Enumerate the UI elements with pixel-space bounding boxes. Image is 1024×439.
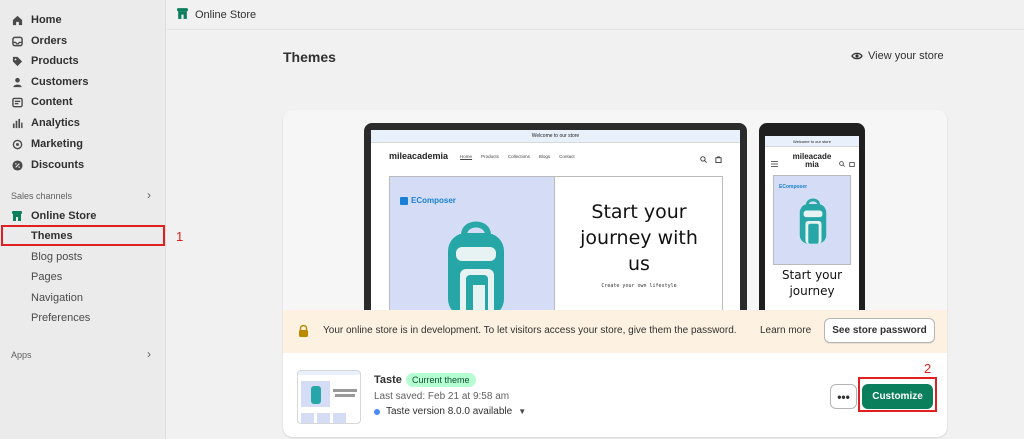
sidebar-item-label: Customers — [31, 76, 89, 88]
sidebar-item-label: Navigation — [31, 292, 83, 304]
site-nav-item: Collections — [507, 153, 530, 159]
site-nav-item: Home — [460, 153, 473, 159]
phone-hero-heading: Start your journey — [781, 268, 843, 298]
menu-icon — [771, 156, 778, 170]
site-icons — [700, 152, 722, 166]
sidebar-item-online-store[interactable]: Online Store — [0, 206, 166, 226]
home-icon — [11, 14, 23, 26]
store-icon — [176, 7, 189, 23]
backpack-illustration — [448, 221, 504, 313]
announcement-bar: Welcome to our store — [371, 130, 740, 143]
sidebar-item-orders[interactable]: Orders — [0, 31, 166, 51]
phone-hero-image: EComposer — [773, 175, 851, 265]
view-store-label: View your store — [868, 50, 944, 62]
sidebar-item-preferences[interactable]: Preferences — [0, 308, 166, 328]
current-theme-badge: Current theme — [406, 373, 476, 387]
site-nav-item: Contact — [559, 153, 575, 159]
site-header: mileacademia Home Products Collections B… — [371, 143, 740, 169]
target-icon — [11, 138, 23, 150]
search-icon — [700, 152, 707, 166]
password-banner: Your online store is in development. To … — [283, 310, 947, 353]
sidebar-item-label: Online Store — [31, 210, 97, 222]
person-icon — [11, 76, 23, 88]
version-label: Taste version 8.0.0 available — [386, 406, 513, 417]
caret-down-icon: ▼ — [518, 407, 527, 416]
sidebar-item-label: Content — [31, 96, 73, 108]
announcement-bar: Welcome to our store — [765, 136, 859, 147]
last-saved-text: Last saved: Feb 21 at 9:58 am — [374, 391, 510, 402]
sidebar-item-blog-posts[interactable]: Blog posts — [0, 247, 166, 267]
topbar-title: Online Store — [195, 8, 257, 21]
sidebar-item-analytics[interactable]: Analytics — [0, 113, 166, 133]
cart-icon — [715, 152, 722, 166]
theme-preview[interactable]: Welcome to our store mileacademia Home P… — [283, 110, 947, 313]
bar-chart-icon — [11, 117, 23, 129]
discount-icon — [11, 159, 23, 171]
sidebar-item-label: Marketing — [31, 138, 83, 150]
banner-message: Your online store is in development. To … — [323, 325, 737, 336]
annotation-number-1: 1 — [176, 229, 184, 244]
tag-icon — [11, 55, 23, 67]
phone-screen: Welcome to our store mileacade mia EComp… — [765, 136, 859, 313]
sidebar-item-label: Blog posts — [31, 251, 83, 263]
apps-label: Apps — [11, 350, 32, 360]
annotation-number-2: 2 — [924, 361, 932, 376]
sidebar-item-products[interactable]: Products — [0, 51, 166, 71]
laptop-screen: Welcome to our store mileacademia Home P… — [371, 130, 740, 313]
theme-name: Taste — [374, 374, 402, 386]
phone-mockup: Welcome to our store mileacade mia EComp… — [759, 123, 865, 313]
sidebar: Home Orders Products Customers Content A… — [0, 0, 166, 439]
site-nav-item: Products — [481, 153, 499, 159]
sidebar-item-label: Orders — [31, 35, 68, 47]
chevron-right-icon[interactable]: › — [147, 188, 151, 202]
sidebar-item-home[interactable]: Home — [0, 10, 166, 30]
hero-text-panel: Start your journey with us Create your o… — [555, 176, 723, 313]
sidebar-item-discounts[interactable]: Discounts — [0, 155, 166, 175]
annotation-highlight-customize — [858, 377, 937, 412]
top-bar: Online Store — [167, 0, 1024, 30]
annotation-highlight-themes — [1, 225, 165, 246]
info-dot-icon — [374, 408, 380, 415]
learn-more-link[interactable]: Learn more — [760, 325, 811, 336]
eye-icon — [851, 51, 863, 61]
backpack-illustration — [799, 198, 827, 244]
sidebar-item-marketing[interactable]: Marketing — [0, 134, 166, 154]
site-nav: Home Products Collections Blogs Contact — [460, 154, 575, 159]
cart-icon — [849, 156, 855, 170]
site-logo: mileacademia — [389, 151, 449, 161]
sidebar-item-navigation[interactable]: Navigation — [0, 288, 166, 308]
sidebar-item-label: Analytics — [31, 117, 80, 129]
inbox-icon — [11, 35, 23, 47]
ecomposer-logo: EComposer — [779, 184, 808, 190]
theme-card: Welcome to our store mileacademia Home P… — [283, 110, 947, 437]
content-icon — [11, 96, 23, 108]
more-actions-button[interactable]: ••• — [830, 384, 857, 409]
sidebar-item-label: Preferences — [31, 312, 91, 324]
sidebar-item-label: Products — [31, 55, 79, 67]
chevron-right-icon[interactable]: › — [147, 347, 151, 361]
ecomposer-logo: EComposer — [400, 196, 456, 205]
theme-thumbnail-image — [298, 371, 360, 423]
hero-heading: Start your journey with us — [580, 201, 698, 275]
lock-icon — [298, 324, 309, 340]
theme-thumbnail[interactable] — [297, 370, 361, 424]
sidebar-item-label: Pages — [31, 271, 63, 283]
sidebar-item-customers[interactable]: Customers — [0, 72, 166, 92]
site-nav-item: Blogs — [538, 153, 551, 159]
version-dropdown[interactable]: Taste version 8.0.0 available ▼ — [374, 406, 526, 417]
view-store-link[interactable]: View your store — [851, 50, 944, 62]
page-title: Themes — [283, 49, 336, 65]
sidebar-item-label: Home — [31, 14, 62, 26]
sidebar-item-content[interactable]: Content — [0, 92, 166, 112]
hero-image: EComposer — [389, 176, 555, 313]
sales-channels-label: Sales channels — [11, 191, 73, 201]
sidebar-item-pages[interactable]: Pages — [0, 267, 166, 287]
search-icon — [839, 156, 845, 170]
store-icon — [11, 210, 23, 222]
sidebar-item-label: Discounts — [31, 159, 85, 171]
phone-site-logo: mileacade mia — [792, 152, 832, 169]
laptop-mockup: Welcome to our store mileacademia Home P… — [364, 123, 747, 313]
hero-subtitle: Create your own lifestyle — [601, 283, 677, 289]
see-store-password-button[interactable]: See store password — [824, 318, 935, 343]
